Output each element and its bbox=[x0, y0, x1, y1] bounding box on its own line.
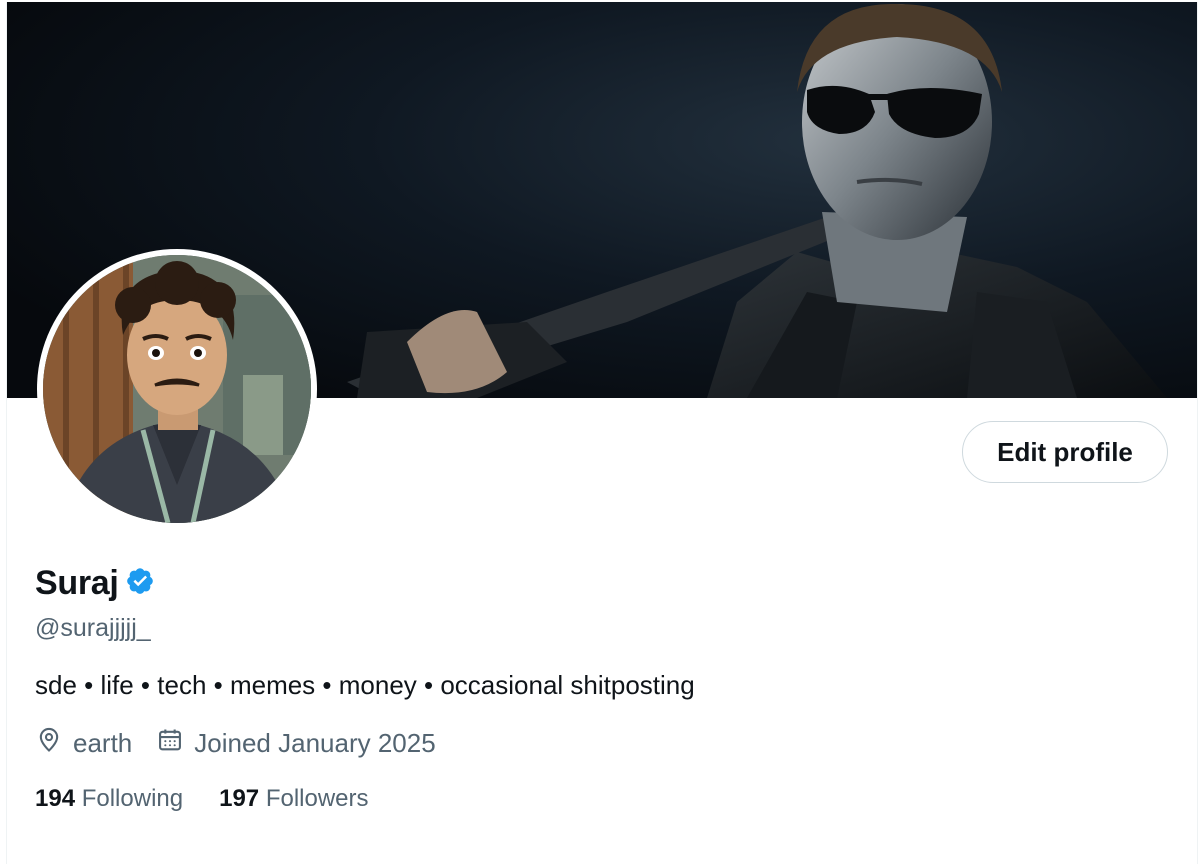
edit-profile-button[interactable]: Edit profile bbox=[962, 421, 1168, 483]
followers-link[interactable]: 197 Followers bbox=[219, 785, 368, 813]
location-text: earth bbox=[73, 728, 133, 758]
profile-meta: earth Joined January 2025 bbox=[35, 726, 460, 761]
display-name: Suraj bbox=[35, 564, 119, 602]
profile-stats: 194 Following 197 Followers bbox=[35, 785, 405, 813]
following-link[interactable]: 194 Following bbox=[35, 785, 183, 813]
following-label: Following bbox=[81, 785, 184, 812]
joined-item: Joined January 2025 bbox=[156, 726, 436, 761]
location-item: earth bbox=[35, 726, 132, 761]
user-handle: @surajjjjj_ bbox=[35, 614, 151, 642]
followers-label: Followers bbox=[265, 785, 369, 812]
calendar-icon bbox=[156, 726, 184, 761]
avatar[interactable] bbox=[43, 255, 311, 523]
verified-badge-icon[interactable] bbox=[125, 566, 155, 601]
profile-bio: sde • life • tech • memes • money • occa… bbox=[35, 670, 695, 700]
profile-page: Edit profile Suraj @surajjjjj_ sde • lif… bbox=[6, 2, 1198, 864]
profile-name-row: Suraj bbox=[35, 564, 155, 603]
followers-count: 197 bbox=[219, 785, 266, 812]
following-count: 194 bbox=[35, 785, 82, 812]
avatar-illustration bbox=[43, 255, 311, 523]
avatar-container[interactable] bbox=[37, 249, 317, 529]
joined-text: Joined January 2025 bbox=[194, 728, 436, 758]
location-pin-icon bbox=[35, 726, 63, 761]
